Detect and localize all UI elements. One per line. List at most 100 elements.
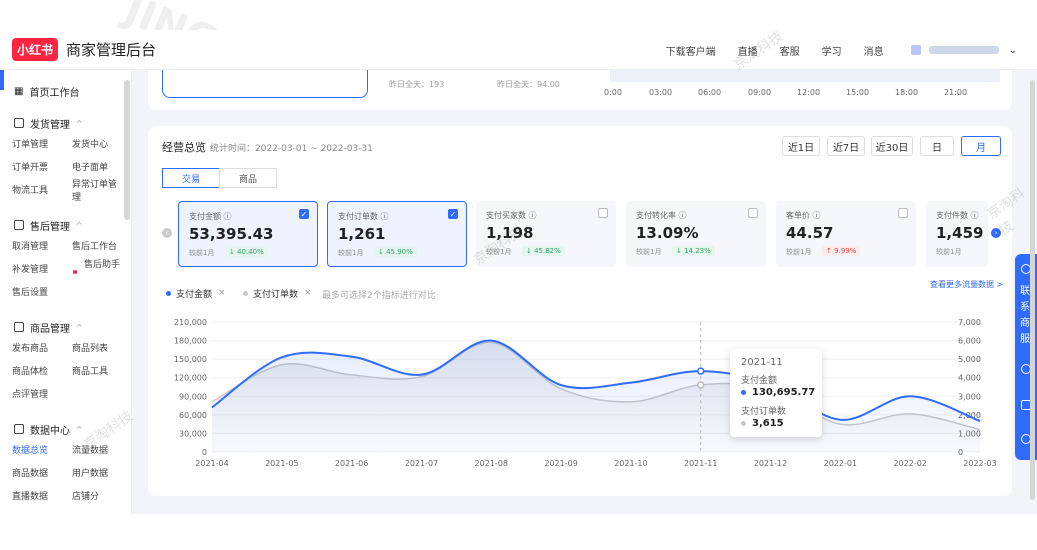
sidebar-item[interactable]: 电子面单 (60, 160, 120, 173)
tooltip-value-amount: 130,695.77 (741, 387, 815, 398)
legend-hint: 最多可选择2个指标进行对比 (322, 291, 436, 301)
range-30d-button[interactable]: 近30日 (871, 136, 913, 156)
sidebar-item[interactable]: 点评管理 (0, 387, 60, 400)
sidebar-item[interactable]: 物流工具 (0, 183, 60, 196)
close-icon[interactable]: × (304, 288, 312, 298)
box-icon (14, 322, 24, 332)
sidebar-item[interactable]: 商品工具 (60, 364, 120, 377)
logo[interactable]: 小红书 (12, 38, 59, 61)
legend-dot (166, 290, 171, 296)
realtime-metric-selected[interactable] (162, 70, 368, 98)
metric-checkbox[interactable]: ✓ (448, 209, 458, 219)
truck-icon (14, 118, 24, 128)
sidebar-home[interactable]: ▦ 首页工作台 (0, 82, 124, 100)
sidebar-group-title[interactable]: 发货管理 ^ (0, 114, 124, 132)
time-tick: 12:00 (797, 88, 821, 97)
tab-trade[interactable]: 交易 (162, 168, 220, 188)
top-header: 小红书 商家管理后台 下载客户端 直播 客服 学习 消息 ⌄ (0, 30, 1037, 70)
chevron-up-icon: ^ (76, 118, 83, 128)
time-tick: 06:00 (698, 88, 722, 97)
sidebar-item[interactable]: 商品体检 (0, 364, 60, 377)
top-nav: 下载客户端 直播 客服 学习 消息 ⌄ (655, 30, 1017, 70)
metric-card[interactable]: 支付金额 ⓘ 53,395.43 较前1月 ↓ 40.40% ✓ (178, 201, 318, 267)
metric-card[interactable]: 支付订单数 ⓘ 1,261 较前1月 ↓ 45.90% ✓ (327, 201, 467, 267)
user-menu[interactable]: ⌄ (910, 45, 1017, 56)
range-day-button[interactable]: 日 (920, 136, 954, 156)
metric-card[interactable]: 支付转化率 ⓘ 13.09% 较前1月 ↓ 14.23% (626, 201, 766, 267)
sidebar-scrollbar[interactable] (124, 80, 130, 220)
tooltip-label-amount: 支付金额 (741, 376, 778, 386)
metric-label: 支付件数 ⓘ (936, 211, 979, 220)
range-7d-button[interactable]: 近7日 (827, 136, 865, 156)
sidebar-item[interactable]: 订单管理 (0, 137, 60, 150)
chart-icon (14, 424, 24, 434)
sidebar-item-active[interactable]: 数据总览 (0, 443, 60, 456)
nav-messages[interactable]: 消息 (864, 43, 884, 58)
metric-value: 1,459 (936, 224, 984, 242)
metric-checkbox[interactable] (748, 208, 758, 218)
time-tick: 21:00 (944, 88, 968, 97)
legend-chip-amount[interactable]: 支付金额 × (166, 286, 226, 300)
sidebar-item[interactable]: 取消管理 (0, 239, 60, 252)
sidebar-group-shipping: 发货管理 ^ 订单管理 发货中心 订单开票 电子面单 物流工具 异常订单管理 (0, 114, 124, 203)
bottom-bar (0, 514, 1037, 550)
sidebar-item[interactable]: 商品数据 (0, 466, 60, 479)
sidebar-item[interactable]: 售后设置 (0, 285, 60, 298)
sidebar-group-products: 商品管理 ^ 发布商品 商品列表 商品体检 商品工具 点评管理 (0, 318, 124, 405)
sidebar-item[interactable]: 发货中心 (60, 137, 120, 150)
range-month-button[interactable]: 月 (961, 136, 1001, 156)
metric-card[interactable]: 客单价 ⓘ 44.57 较前1月 ↑ 9.99% (776, 201, 916, 267)
metric-card[interactable]: 支付件数 ⓘ 1,459 较前1月 (926, 201, 988, 267)
metric-label: 客单价 ⓘ (786, 211, 821, 220)
chevron-up-icon: ^ (76, 424, 83, 434)
metric-change: ↑ 9.99% (822, 246, 861, 256)
shield-icon (14, 220, 24, 230)
close-icon[interactable]: × (218, 288, 226, 298)
chevron-up-icon: ^ (76, 322, 83, 332)
sidebar-item[interactable]: 补发管理 (0, 262, 60, 275)
time-tick: 09:00 (748, 88, 772, 97)
sidebar-item[interactable]: 店铺分 (60, 489, 120, 502)
chevron-up-icon: ^ (76, 220, 83, 230)
sidebar-item[interactable]: 订单开票 (0, 160, 60, 173)
nav-download[interactable]: 下载客户端 (666, 43, 716, 58)
tooltip-date: 2021-11 (741, 357, 783, 368)
tab-product[interactable]: 商品 (219, 168, 277, 188)
sidebar-item[interactable]: 异常订单管理 (60, 177, 120, 203)
more-traffic-link[interactable]: 查看更多流量数据 > (930, 279, 1003, 290)
yesterday-value: 昨日全天：94.00 (497, 80, 560, 89)
notification-dot (73, 270, 77, 274)
chart-tooltip: 2021-11 支付金额 130,695.77 支付订单数 3,615 (730, 349, 822, 437)
tooltip-dot (741, 390, 746, 395)
metric-checkbox[interactable]: ✓ (299, 209, 309, 219)
metric-label: 支付转化率 ⓘ (636, 211, 687, 220)
avatar (910, 45, 921, 55)
overview-title: 经营总览 (162, 141, 206, 154)
metric-label: 支付金额 ⓘ (189, 212, 232, 221)
sidebar-group-title[interactable]: 商品管理 ^ (0, 318, 124, 336)
metric-value: 1,261 (338, 225, 386, 243)
sidebar-group-aftersale: 售后管理 ^ 取消管理 售后工作台 补发管理 售后助手 售后设置 (0, 216, 124, 303)
metric-change: ↓ 14.23% (672, 246, 715, 256)
metric-change: ↓ 45.82% (522, 246, 565, 256)
realtime-chart-area (610, 70, 1000, 82)
nav-learn[interactable]: 学习 (822, 43, 842, 58)
range-1d-button[interactable]: 近1日 (782, 136, 820, 156)
sidebar-item[interactable]: 用户数据 (60, 466, 120, 479)
sidebar-item-label[interactable]: 售后助手 (72, 260, 120, 270)
time-tick: 03:00 (649, 88, 673, 97)
sidebar-item[interactable]: 售后工作台 (60, 239, 120, 252)
metric-checkbox[interactable] (598, 208, 608, 218)
sidebar-item[interactable]: 发布商品 (0, 341, 60, 354)
main-scrollbar[interactable] (1030, 80, 1035, 500)
metric-checkbox[interactable] (898, 208, 908, 218)
sidebar-item[interactable]: 商品列表 (60, 341, 120, 354)
legend-chip-orders[interactable]: 支付订单数 × (243, 286, 312, 300)
metric-change: ↓ 45.90% (374, 247, 417, 257)
chevron-left-icon[interactable]: ‹ (162, 228, 172, 238)
metric-compare: 较前1月 (338, 249, 364, 257)
metric-value: 44.57 (786, 224, 834, 242)
sidebar-item[interactable]: 直播数据 (0, 489, 60, 502)
sidebar-home-label: 首页工作台 (29, 87, 80, 99)
sidebar-group-title[interactable]: 售后管理 ^ (0, 216, 124, 234)
